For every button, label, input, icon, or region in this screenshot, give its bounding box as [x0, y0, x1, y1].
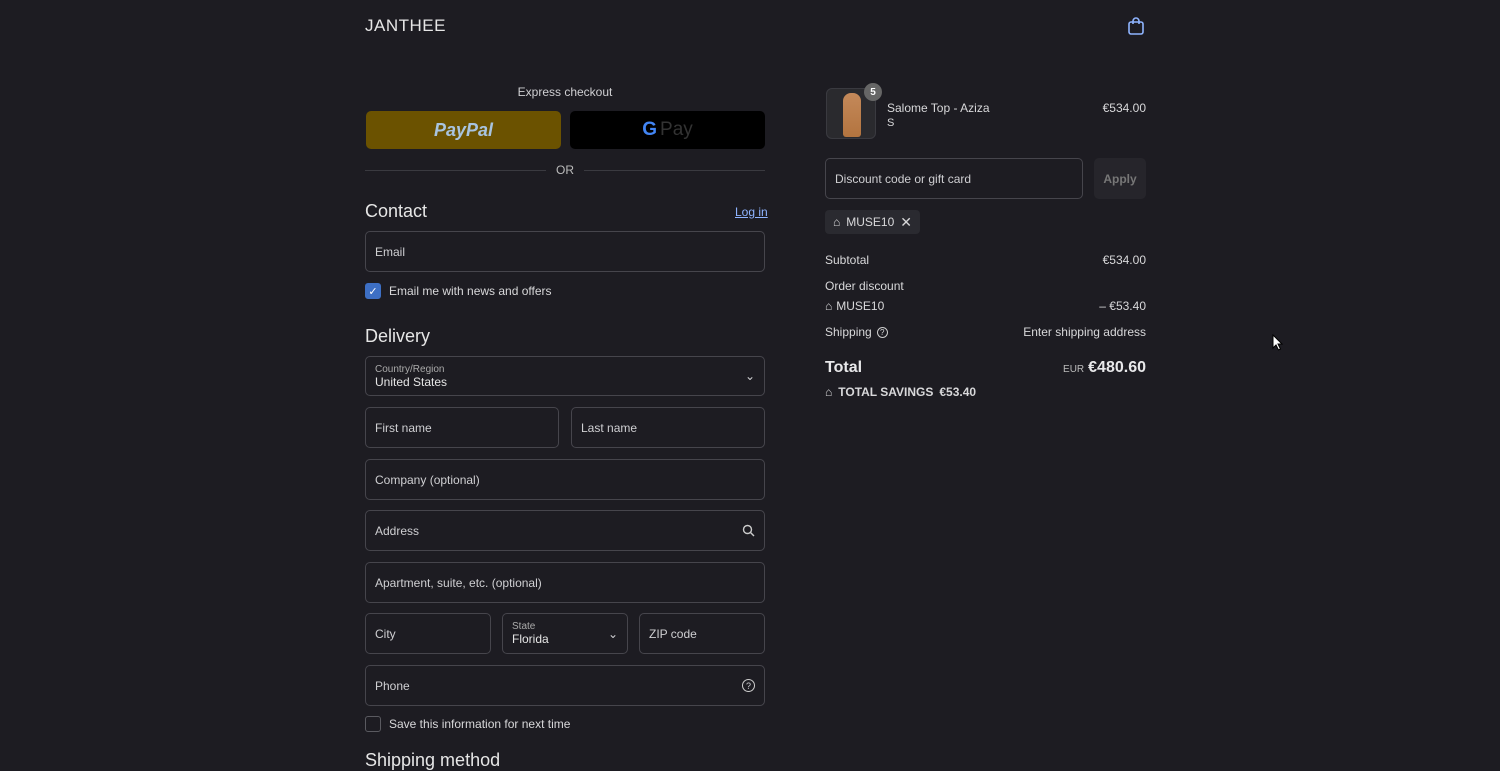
newsletter-label: Email me with news and offers [389, 284, 552, 298]
paypal-label: PayPal [433, 119, 494, 140]
save-info-label: Save this information for next time [389, 717, 571, 731]
express-checkout-title: Express checkout [517, 85, 613, 99]
savings-value: €53.40 [939, 385, 977, 399]
email-field[interactable]: Email [365, 231, 765, 272]
chevron-down-icon: ⌄ [744, 369, 755, 383]
phone-placeholder: Phone [375, 678, 410, 693]
shipping-value: Enter shipping address [1023, 325, 1146, 339]
tag-icon: ⌂ [825, 299, 833, 313]
subtotal-value: €534.00 [1102, 253, 1146, 267]
help-icon[interactable]: ? [876, 326, 888, 338]
save-info-checkbox[interactable]: Save this information for next time [365, 716, 570, 732]
zip-field[interactable]: ZIP code [639, 613, 765, 654]
total-value: €480.60 [1088, 359, 1146, 376]
discount-code-input[interactable]: Discount code or gift card [825, 158, 1083, 199]
login-link[interactable]: Log in [735, 205, 768, 219]
product-price: €534.00 [1102, 101, 1146, 115]
discount-placeholder: Discount code or gift card [835, 171, 972, 186]
savings-label: TOTAL SAVINGS [838, 385, 934, 399]
shopping-bag-icon[interactable] [1127, 16, 1145, 36]
total-savings: ⌂ TOTAL SAVINGS €53.40 [825, 385, 976, 399]
country-value: United States [375, 374, 448, 389]
search-icon [742, 524, 755, 537]
total-label: Total [825, 359, 863, 376]
company-placeholder: Company (optional) [375, 472, 480, 487]
city-field[interactable]: City [365, 613, 491, 654]
gpay-label: Pay [660, 119, 693, 140]
last-name-placeholder: Last name [581, 420, 638, 435]
newsletter-checkbox[interactable]: ✓ Email me with news and offers [365, 283, 552, 299]
country-label: Country/Region [375, 363, 445, 375]
brand-logo[interactable]: JANTHEE [365, 16, 446, 36]
tag-icon: ⌂ [825, 385, 833, 399]
zip-placeholder: ZIP code [649, 626, 697, 641]
city-placeholder: City [375, 626, 396, 641]
contact-heading: Contact [365, 201, 428, 221]
company-field[interactable]: Company (optional) [365, 459, 765, 500]
tag-icon: ⌂ [833, 215, 841, 229]
applied-discount-tag: ⌂ MUSE10 ✕ [825, 210, 921, 234]
state-label: State [512, 621, 536, 632]
order-discount-label: Order discount [825, 279, 904, 293]
discount-code-row: ⌂ MUSE10 [825, 299, 884, 313]
or-label: OR [556, 163, 574, 177]
currency-code: EUR [1063, 364, 1085, 375]
discount-amount: – €53.40 [1099, 299, 1146, 313]
apartment-field[interactable]: Apartment, suite, etc. (optional) [365, 562, 765, 603]
email-placeholder: Email [375, 244, 406, 259]
address-placeholder: Address [375, 523, 420, 538]
state-value: Florida [512, 632, 549, 646]
phone-field[interactable]: Phone? [365, 665, 765, 706]
google-g-icon: G [642, 119, 658, 140]
shipping-label: Shipping [825, 325, 872, 339]
checkbox-box [365, 716, 381, 732]
chevron-down-icon: ⌄ [607, 626, 618, 641]
state-select[interactable]: State Florida ⌄ [502, 613, 628, 654]
apply-button[interactable]: Apply [1094, 158, 1146, 199]
help-icon[interactable]: ? [742, 679, 755, 692]
delivery-heading: Delivery [365, 326, 431, 346]
or-divider: OR [365, 163, 765, 177]
paypal-button[interactable]: PayPal [366, 111, 561, 149]
google-pay-button[interactable]: G Pay [570, 111, 765, 149]
checkmark-icon: ✓ [365, 283, 381, 299]
remove-discount-icon[interactable]: ✕ [900, 214, 912, 231]
first-name-placeholder: First name [375, 420, 432, 435]
quantity-badge: 5 [864, 83, 882, 101]
applied-code: MUSE10 [846, 215, 895, 229]
address-field[interactable]: Address [365, 510, 765, 551]
last-name-field[interactable]: Last name [571, 407, 765, 448]
first-name-field[interactable]: First name [365, 407, 559, 448]
apartment-placeholder: Apartment, suite, etc. (optional) [375, 575, 542, 590]
subtotal-label: Subtotal [825, 253, 870, 267]
product-variant: S [887, 117, 895, 129]
product-name: Salome Top - Aziza [887, 101, 990, 115]
shipping-method-heading: Shipping method [365, 750, 501, 770]
country-select[interactable]: Country/Region United States ⌄ [365, 356, 765, 396]
discount-code: MUSE10 [836, 299, 885, 313]
mouse-cursor-icon [1272, 334, 1284, 351]
shipping-row: Shipping? [825, 325, 888, 339]
